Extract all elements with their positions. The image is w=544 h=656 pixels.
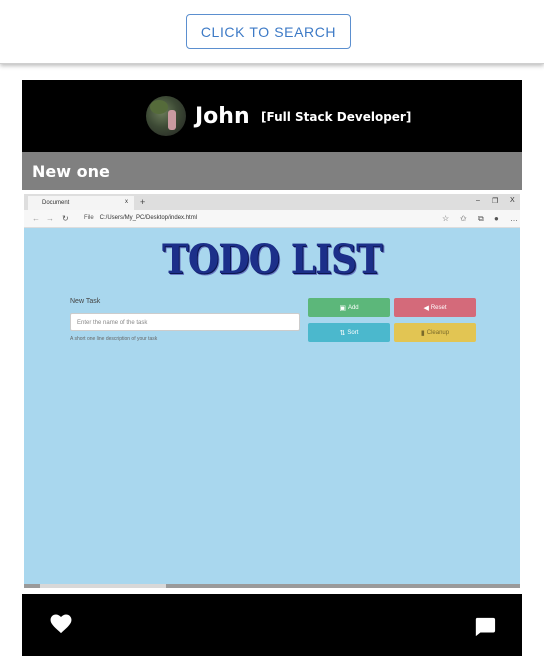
url-text: C:/Users/My_PC/Desktop/index.html: [99, 215, 198, 221]
todo-page: TODO LIST New Task Enter the name of the…: [24, 228, 520, 584]
more-icon: …: [510, 214, 518, 223]
browser-address-bar: ← → ↻ File C:/Users/My_PC/Desktop/index.h…: [24, 210, 520, 228]
author-role: [Full Stack Developer]: [261, 110, 412, 124]
tab-close-icon: x: [125, 199, 128, 205]
author-name[interactable]: John: [195, 104, 250, 129]
url-prefix: File: [84, 215, 94, 221]
new-tab-icon: +: [140, 197, 146, 207]
sort-icon: ⇅: [339, 329, 346, 337]
refresh-icon: ↻: [62, 214, 69, 223]
post-image[interactable]: Document x + – ❐ X ← → ↻ File C:/Users/My…: [22, 190, 522, 594]
trash-icon: ▮: [420, 329, 425, 337]
collections-icon: ⧉: [478, 214, 484, 223]
cleanup-button: ▮ Cleanup: [394, 323, 476, 342]
avatar-foliage: [150, 100, 168, 114]
new-task-label: New Task: [70, 298, 101, 305]
comment-icon[interactable]: [474, 616, 496, 638]
profile-icon: ●: [494, 214, 499, 223]
avatar-figure: [168, 110, 176, 130]
browser-scrollbar: [24, 584, 520, 588]
add-button: ▣ Add: [308, 298, 390, 317]
add-label: Add: [347, 304, 359, 311]
cleanup-label: Cleanup: [426, 329, 450, 336]
browser-url: File C:/Users/My_PC/Desktop/index.html: [84, 215, 197, 221]
browser-tab-title: Document: [42, 200, 70, 206]
post-title: New one: [32, 162, 110, 181]
scrollbar-thumb: [40, 584, 166, 588]
reset-button: ◀ Reset: [394, 298, 476, 317]
favorites-bar-icon: ✩: [460, 214, 467, 223]
top-bar: CLICK TO SEARCH: [0, 0, 544, 64]
heart-icon[interactable]: [50, 614, 72, 634]
add-icon: ▣: [339, 304, 346, 312]
minimize-icon: –: [476, 197, 480, 204]
task-input: Enter the name of the task: [70, 313, 300, 331]
sort-label: Sort: [347, 329, 359, 336]
browser-tab: Document x: [28, 196, 134, 210]
todo-heading: TODO LIST: [161, 236, 383, 283]
post-footer: [22, 594, 522, 656]
sort-button: ⇅ Sort: [308, 323, 390, 342]
forward-icon: →: [46, 214, 54, 223]
restore-icon: ❐: [492, 198, 499, 205]
search-button[interactable]: CLICK TO SEARCH: [186, 14, 351, 49]
reset-icon: ◀: [423, 304, 429, 312]
back-icon: ←: [32, 214, 40, 223]
close-window-icon: X: [510, 197, 515, 204]
post-header: John [Full Stack Developer]: [22, 80, 522, 152]
avatar[interactable]: [146, 96, 186, 136]
task-help-text: A short one line description of your tas…: [70, 336, 158, 342]
post-card: John [Full Stack Developer] New one Docu…: [22, 80, 522, 656]
post-title-bar: New one: [22, 152, 522, 190]
favorite-icon: ☆: [442, 214, 450, 223]
browser-tab-strip: Document x + – ❐ X: [24, 194, 520, 210]
reset-label: Reset: [430, 304, 447, 311]
